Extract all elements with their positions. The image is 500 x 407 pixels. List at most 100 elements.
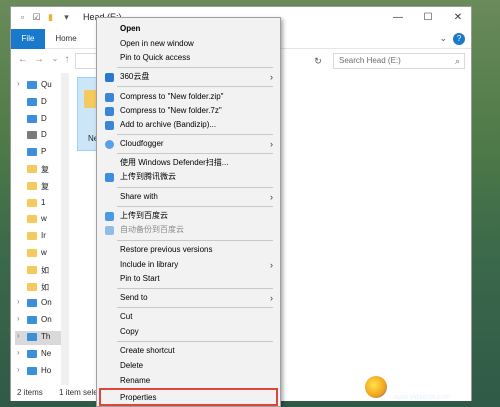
menu-item-upload-baidu[interactable]: 上传到百度云 (100, 209, 277, 223)
submenu-arrow-icon: › (270, 192, 273, 202)
documents-icon (27, 131, 37, 140)
menu-item-cloudfogger[interactable]: Cloudfogger › (100, 137, 277, 151)
expand-ribbon-icon[interactable]: ⌄ (439, 33, 447, 44)
computer-icon (27, 333, 37, 341)
watermark-name: 纯净系统家园 (391, 378, 470, 393)
bandizip-icon (105, 121, 114, 130)
menu-item-compress-zip[interactable]: Compress to "New folder.zip" (100, 90, 277, 104)
folder-icon (27, 215, 37, 224)
menu-item-open-new-window[interactable]: Open in new window (100, 37, 277, 51)
sidebar-item-label: 如 (41, 265, 49, 275)
expand-chevron-icon[interactable]: › (17, 79, 20, 88)
forward-arrow-icon[interactable]: → (33, 54, 45, 68)
folder-icon (27, 198, 37, 207)
menu-item-restore-versions[interactable]: Restore previous versions (100, 243, 277, 257)
folder-icon (27, 265, 37, 274)
cloudfogger-icon (105, 140, 114, 149)
recent-locations-icon[interactable]: ⌄ (49, 54, 61, 68)
minimize-button[interactable]: — (383, 9, 413, 27)
menu-separator (117, 86, 273, 87)
submenu-arrow-icon: › (270, 139, 273, 149)
expand-chevron-icon[interactable]: › (17, 297, 20, 306)
menu-item-include-library[interactable]: Include in library › (100, 258, 277, 272)
sidebar-item-label: 1 (41, 197, 46, 207)
menu-separator (117, 67, 273, 68)
homegroup-icon (27, 366, 37, 375)
sidebar-item[interactable]: 如 (15, 264, 63, 278)
sidebar-item[interactable]: › Th (15, 331, 63, 345)
tab-file[interactable]: File (11, 29, 45, 49)
sidebar-item-label: 如 (41, 282, 49, 292)
sidebar-item[interactable]: 1 (15, 197, 63, 211)
baidu-cloud-icon (105, 226, 114, 235)
menu-item-rename[interactable]: Rename (100, 374, 277, 388)
back-arrow-icon[interactable]: ← (17, 54, 29, 68)
menu-item-compress-7z[interactable]: Compress to "New folder.7z" (100, 104, 277, 118)
menu-item-copy[interactable]: Copy (100, 325, 277, 339)
menu-item-defender-scan[interactable]: 使用 Windows Defender扫描... (100, 156, 277, 170)
tab-home[interactable]: Home (51, 29, 81, 49)
menu-item-create-shortcut[interactable]: Create shortcut (100, 344, 277, 358)
close-button[interactable]: ✕ (443, 9, 473, 27)
menu-item-pin-start[interactable]: Pin to Start (100, 272, 277, 286)
expand-chevron-icon[interactable]: › (17, 348, 20, 357)
sidebar-item-label: D (41, 130, 47, 140)
sidebar-item[interactable]: › On (15, 297, 63, 311)
submenu-arrow-icon: › (270, 293, 273, 303)
maximize-button[interactable]: ☐ (413, 9, 443, 27)
sidebar-item[interactable]: › Ho (15, 365, 63, 379)
up-arrow-icon[interactable]: ↑ (61, 54, 73, 68)
properties-highlight (99, 388, 278, 406)
expand-chevron-icon[interactable]: › (17, 365, 20, 374)
refresh-icon[interactable]: ↻ (311, 53, 325, 69)
submenu-arrow-icon: › (270, 72, 273, 82)
sidebar-item[interactable]: w (15, 213, 63, 227)
sidebar-item-label: 复 (41, 165, 49, 174)
new-folder-quick-icon[interactable]: ▮ (45, 12, 56, 23)
sidebar-item-label: w (41, 248, 47, 257)
sidebar-item-label: 复 (41, 181, 49, 191)
watermark-url: www.yidaimei.com (393, 394, 451, 401)
search-icon[interactable]: ⌕ (455, 54, 460, 68)
sidebar-item[interactable]: 如 (15, 281, 63, 295)
help-icon[interactable]: ? (453, 33, 465, 45)
customize-quick-access-icon[interactable]: ▾ (61, 12, 72, 23)
star-icon (27, 81, 37, 89)
menu-item-add-archive[interactable]: Add to archive (Bandizip)... (100, 118, 277, 132)
sidebar-item[interactable]: › Qu (15, 79, 63, 93)
sidebar-item[interactable]: D (15, 129, 63, 143)
menu-item-upload-tencent[interactable]: 上传到腾讯微云 (100, 170, 277, 184)
menu-item-share-with[interactable]: Share with › (100, 190, 277, 204)
expand-chevron-icon[interactable]: › (17, 314, 20, 323)
search-input[interactable]: Search Head (E:) ⌕ (333, 53, 465, 69)
sidebar-item[interactable]: 复 (15, 180, 63, 194)
network-icon (27, 349, 37, 358)
sidebar-item[interactable]: › On (15, 314, 63, 328)
system-menu-icon[interactable]: ▫ (17, 12, 28, 23)
sidebar-item[interactable]: P (15, 146, 63, 160)
bandizip-icon (105, 93, 114, 102)
sidebar-item[interactable]: Ir (15, 230, 63, 244)
menu-item-pin-quick-access[interactable]: Pin to Quick access (100, 51, 277, 65)
folder-icon (27, 249, 37, 257)
menu-item-open[interactable]: Open (100, 22, 277, 36)
bandizip-icon (105, 107, 114, 116)
menu-item-delete[interactable]: Delete (100, 359, 277, 373)
menu-item-360-yunpan[interactable]: 360云盘 › (100, 70, 277, 84)
expand-chevron-icon[interactable]: › (17, 331, 20, 340)
sidebar-item-label: Ne (41, 348, 52, 358)
sidebar-item[interactable]: 复 (15, 163, 63, 177)
sidebar-item[interactable]: D (15, 113, 63, 127)
sidebar-item[interactable]: › Ne (15, 348, 63, 362)
menu-item-cut[interactable]: Cut (100, 310, 277, 324)
properties-quick-icon[interactable]: ☑ (31, 12, 42, 23)
menu-separator (117, 240, 273, 241)
navigation-pane: › Qu D D D P 复复 1 w Ir w 如如 › On › On › Th › Ne › Ho (11, 73, 63, 385)
nav-scrollbar[interactable] (61, 73, 69, 385)
sidebar-item-label: D (41, 96, 47, 106)
menu-item-auto-backup-baidu[interactable]: 自动备份到百度云 (100, 223, 277, 237)
sidebar-item[interactable]: D (15, 96, 63, 110)
tencent-weiyun-icon (105, 173, 114, 182)
menu-item-send-to[interactable]: Send to › (100, 291, 277, 305)
sidebar-item[interactable]: w (15, 247, 63, 261)
